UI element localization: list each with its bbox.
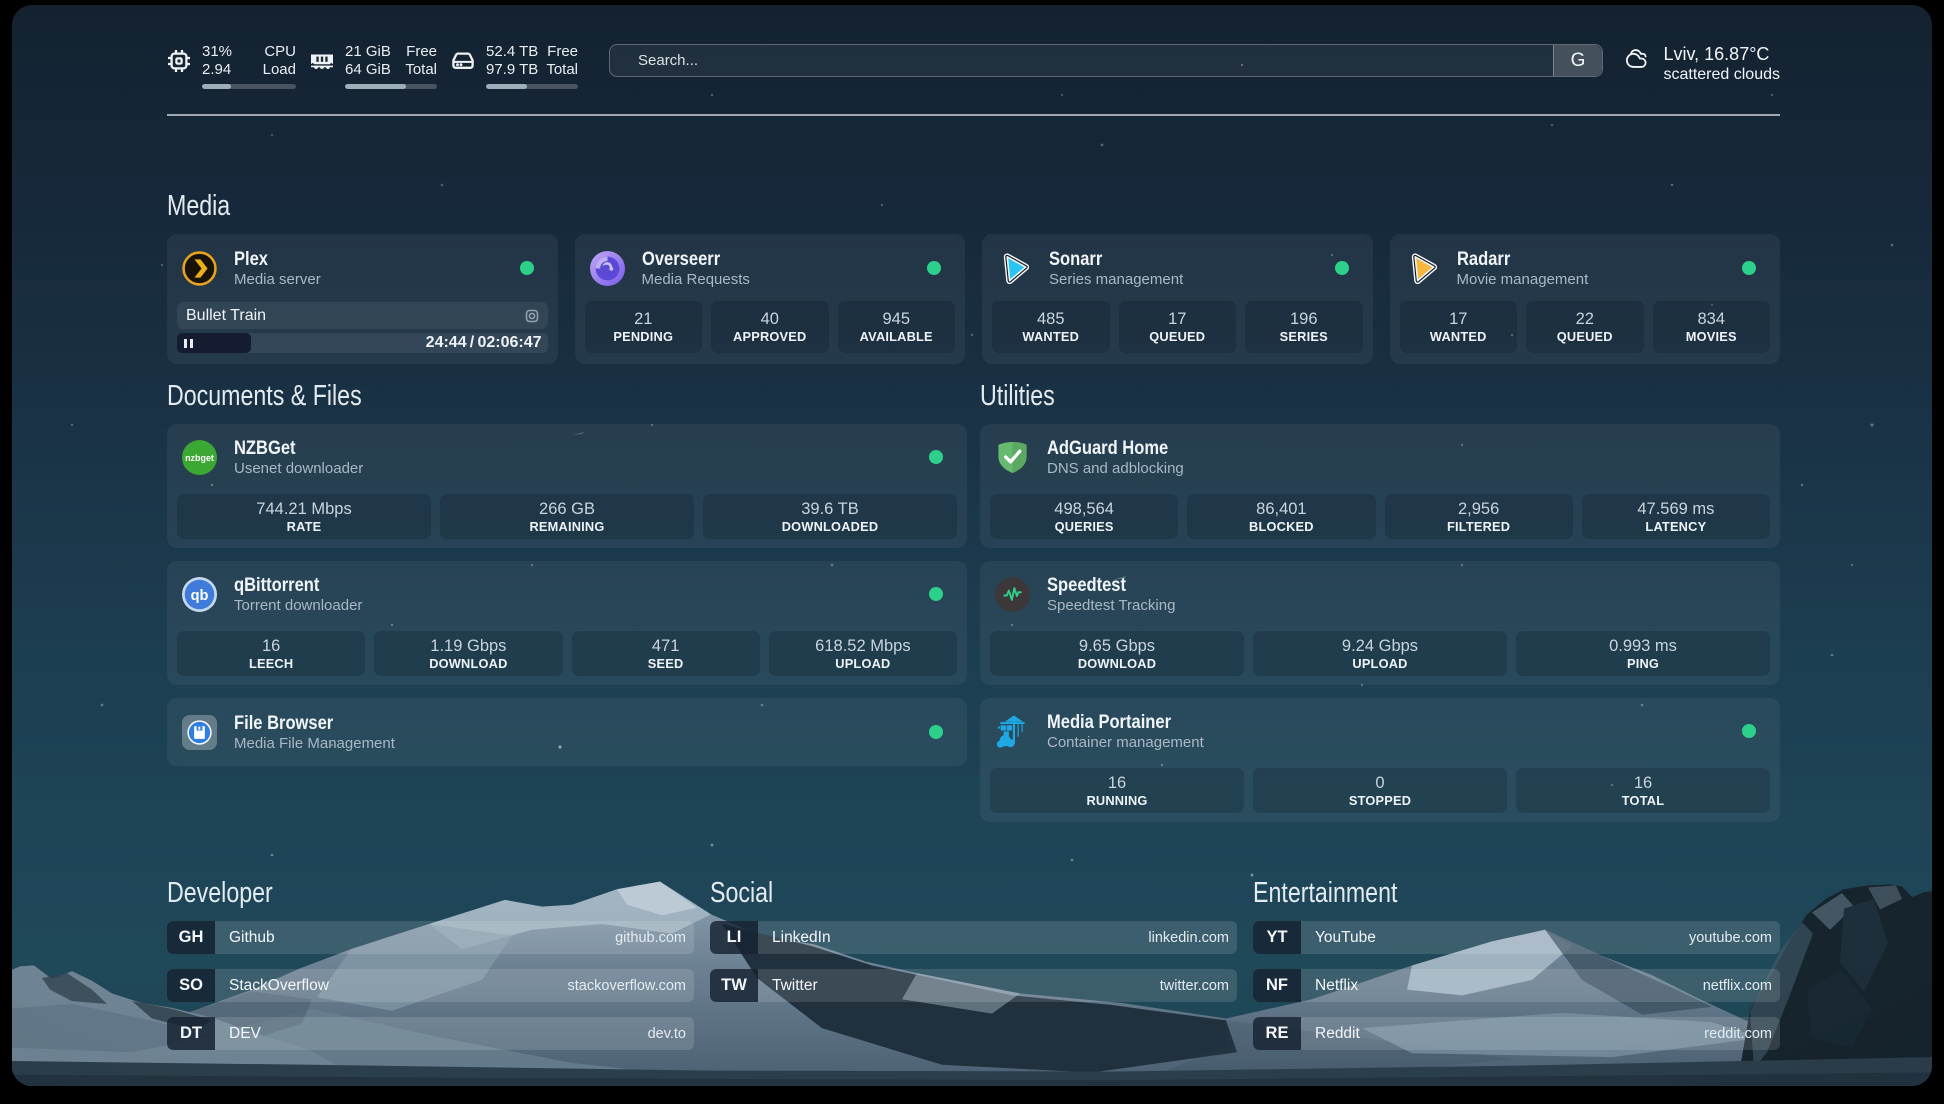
- svg-text:nzbget: nzbget: [185, 452, 214, 462]
- svg-text:qb: qb: [191, 587, 209, 603]
